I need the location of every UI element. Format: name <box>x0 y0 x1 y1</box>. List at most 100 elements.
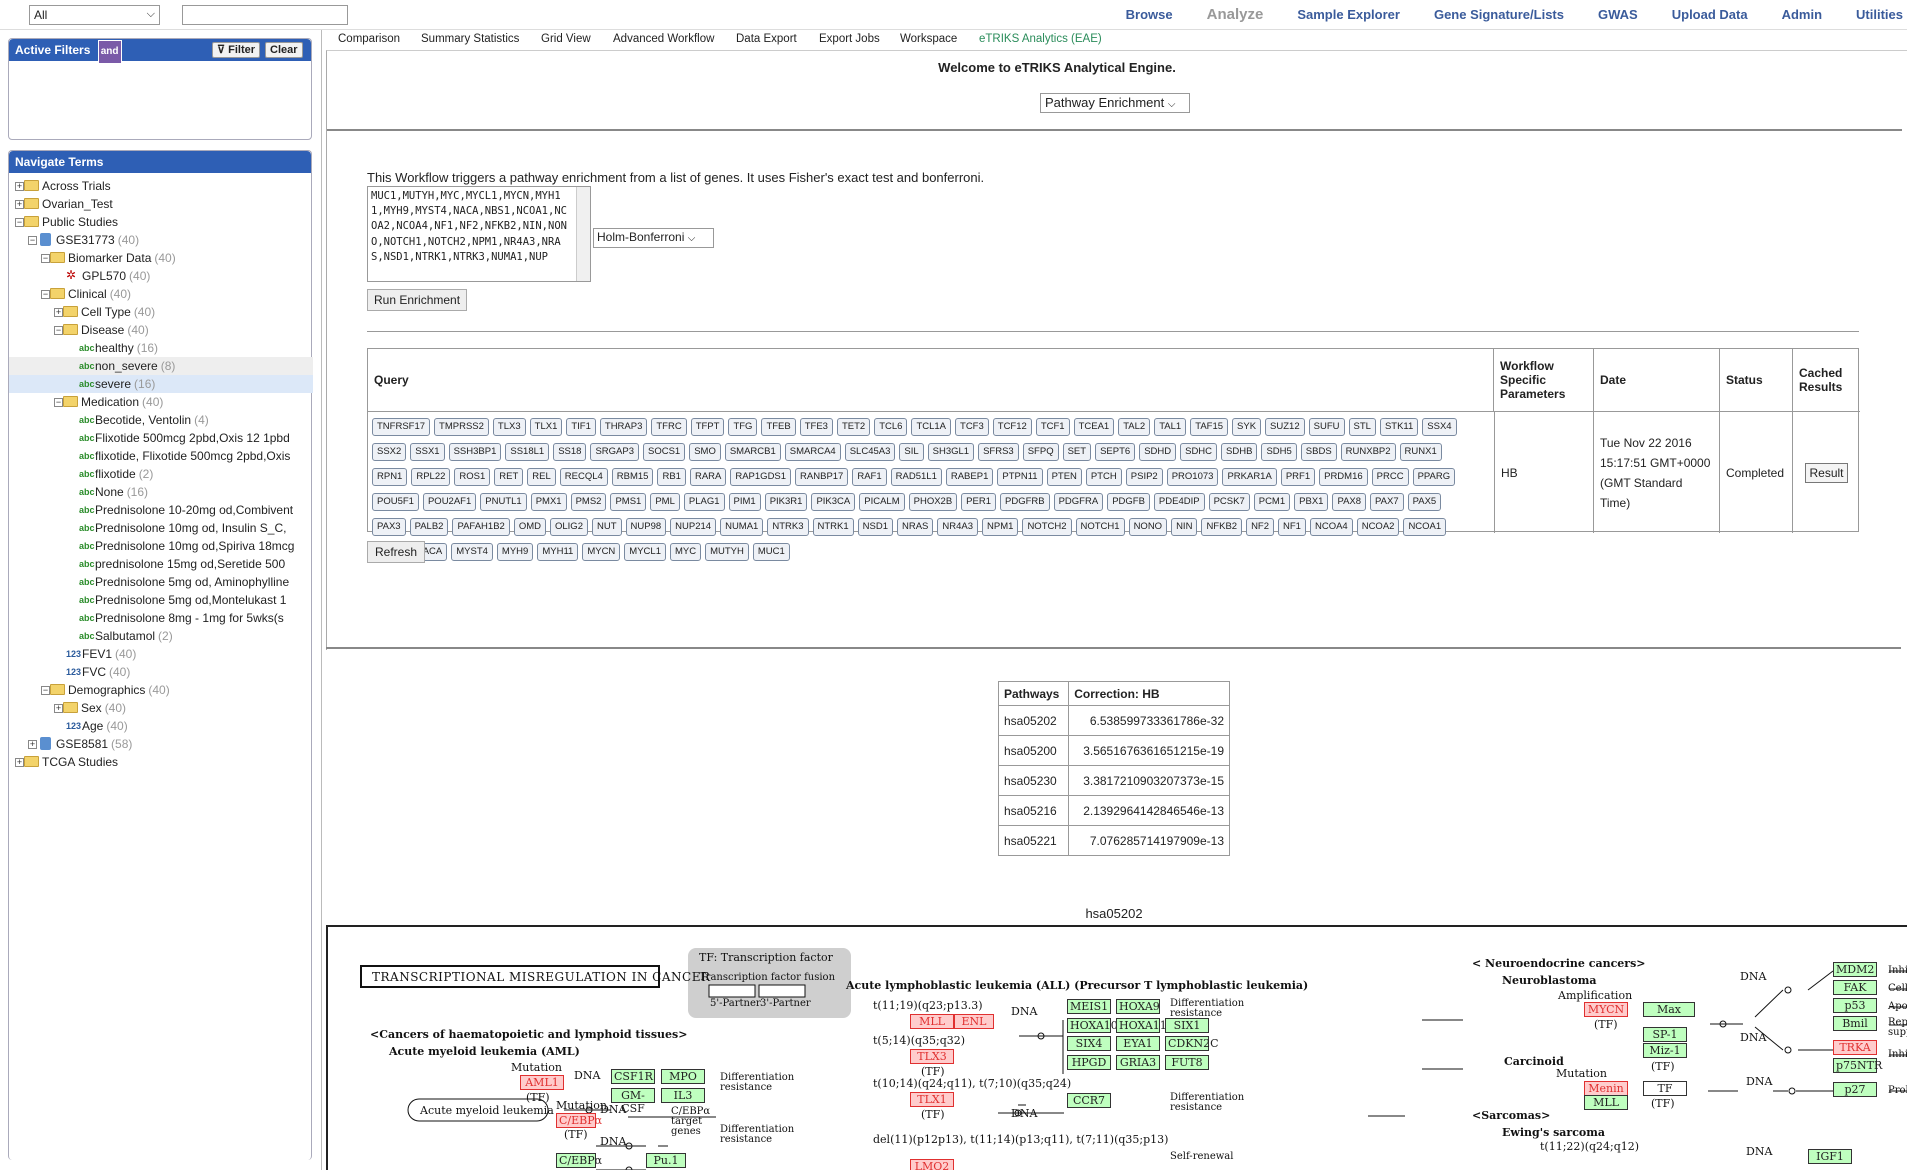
tab-grid-view[interactable]: Grid View <box>541 33 591 45</box>
workflow-select[interactable]: Pathway Enrichment ⌵ <box>1040 93 1190 113</box>
tree-node[interactable]: abc Prednisolone 5mg od,Montelukast 1 <box>9 591 313 609</box>
tree-node[interactable]: + Ovarian_Test <box>9 195 313 213</box>
gene-menin[interactable]: Menin <box>1584 1081 1628 1096</box>
tree-node[interactable]: abc Prednisolone 8mg - 1mg for 5wks(s <box>9 609 313 627</box>
nav-gwas[interactable]: GWAS <box>1598 0 1638 30</box>
gene-six4[interactable]: SIX4 <box>1067 1036 1111 1051</box>
expand-icon[interactable]: + <box>28 740 37 749</box>
tab-summary-statistics[interactable]: Summary Statistics <box>421 33 519 45</box>
gene-mpo[interactable]: MPO <box>661 1069 705 1084</box>
gene-tf-box[interactable]: TF <box>1643 1081 1687 1096</box>
nav-admin[interactable]: Admin <box>1782 0 1822 30</box>
gene-ccr7[interactable]: CCR7 <box>1067 1093 1111 1108</box>
tree-node[interactable]: 123 Age (40) <box>9 717 313 735</box>
tree-node[interactable]: abc Flixotide 500mcg 2pbd,Oxis 12 1pbd <box>9 429 313 447</box>
tree-node[interactable]: − Medication (40) <box>9 393 313 411</box>
gene-cebpa[interactable]: C/EBPα <box>556 1113 602 1128</box>
gene-gm-csf[interactable]: GM-CSF <box>611 1088 655 1115</box>
collapse-icon[interactable]: − <box>41 290 50 299</box>
gene-trka[interactable]: TRKA <box>1833 1040 1877 1055</box>
gene-mycn[interactable]: MYCN <box>1584 1002 1628 1017</box>
gene-sp1[interactable]: SP-1 <box>1643 1027 1687 1042</box>
gene-tlx1[interactable]: TLX1 <box>910 1092 954 1107</box>
tree-node[interactable]: + Across Trials <box>9 177 313 195</box>
gene-eya1[interactable]: EYA1 <box>1116 1036 1160 1051</box>
gene-mdm2[interactable]: MDM2 <box>1833 962 1877 977</box>
tree-node[interactable]: abc severe (16) <box>9 375 313 393</box>
gene-csf1r[interactable]: CSF1R <box>611 1069 655 1084</box>
collapse-icon[interactable]: − <box>54 398 63 407</box>
expand-icon[interactable]: + <box>54 704 63 713</box>
gene-meis1[interactable]: MEIS1 <box>1067 999 1111 1014</box>
gene-lmo2[interactable]: LMO2 <box>910 1159 954 1170</box>
gene-p27[interactable]: p27 <box>1833 1082 1877 1097</box>
tab-workspace[interactable]: Workspace <box>900 33 957 45</box>
gene-gria3[interactable]: GRIA3 <box>1116 1055 1160 1070</box>
nav-sample-explorer[interactable]: Sample Explorer <box>1297 0 1400 30</box>
expand-icon[interactable]: + <box>15 182 24 191</box>
gene-fak[interactable]: FAK <box>1833 980 1877 995</box>
filter-button[interactable]: ⊽ Filter <box>212 42 261 58</box>
tree-node[interactable]: + GSE8581 (58) <box>9 735 313 753</box>
gene-p53[interactable]: p53 <box>1833 998 1877 1013</box>
collapse-icon[interactable]: − <box>15 218 24 227</box>
tree-node[interactable]: abc Salbutamol (2) <box>9 627 313 645</box>
expand-icon[interactable]: + <box>15 758 24 767</box>
tab-data-export[interactable]: Data Export <box>736 33 797 45</box>
gene-hpgd[interactable]: HPGD <box>1067 1055 1111 1070</box>
nav-analyze[interactable]: Analyze <box>1207 0 1264 30</box>
tree-node[interactable]: − Disease (40) <box>9 321 313 339</box>
gene-mll[interactable]: MLL <box>910 1014 954 1029</box>
gene-hoxa11[interactable]: HOXA11 <box>1116 1018 1167 1033</box>
gene-cebpa-2[interactable]: C/EBPα <box>556 1153 602 1168</box>
tree-node[interactable]: 123 FEV1 (40) <box>9 645 313 663</box>
tree-node[interactable]: − Clinical (40) <box>9 285 313 303</box>
tree-node[interactable]: − GSE31773 (40) <box>9 231 313 249</box>
gene-miz1[interactable]: Miz-1 <box>1643 1043 1687 1058</box>
tree-node[interactable]: abc non_severe (8) <box>9 357 313 375</box>
tree-node[interactable]: abc prednisolone 15mg od,Seretide 500 <box>9 555 313 573</box>
expand-icon[interactable]: + <box>15 200 24 209</box>
tree-node[interactable]: − Public Studies <box>9 213 313 231</box>
collapse-icon[interactable]: − <box>28 236 37 245</box>
nav-browse[interactable]: Browse <box>1126 0 1173 30</box>
tree-node[interactable]: abc flixotide (2) <box>9 465 313 483</box>
tree-node[interactable]: abc flixotide, Flixotide 500mcg 2pbd,Oxis <box>9 447 313 465</box>
tree-node[interactable]: ✲ GPL570 (40) <box>9 267 313 285</box>
gene-aml1[interactable]: AML1 <box>520 1075 564 1090</box>
tree-node[interactable]: abc Prednisolone 10mg od, Insulin S_C, <box>9 519 313 537</box>
tree-node[interactable]: − Biomarker Data (40) <box>9 249 313 267</box>
gene-max[interactable]: Max <box>1643 1002 1695 1017</box>
collapse-icon[interactable]: − <box>41 686 50 695</box>
search-input[interactable] <box>182 5 348 25</box>
gene-pu1[interactable]: Pu.1 <box>646 1153 686 1168</box>
tree-node[interactable]: + Sex (40) <box>9 699 313 717</box>
gene-cdkn2c[interactable]: CDKN2C <box>1165 1036 1219 1051</box>
correction-select[interactable]: Holm-Bonferroni ⌵ <box>593 228 714 248</box>
gene-igf1[interactable]: IGF1 <box>1808 1149 1852 1164</box>
gene-bmil[interactable]: Bmil <box>1833 1016 1877 1031</box>
nav-upload-data[interactable]: Upload Data <box>1672 0 1748 30</box>
tree-node[interactable]: abc Prednisolone 5mg od, Aminophylline <box>9 573 313 591</box>
nav-gene-signature[interactable]: Gene Signature/Lists <box>1434 0 1564 30</box>
gene-hoxa10[interactable]: HOXA10 <box>1067 1018 1118 1033</box>
tab-export-jobs[interactable]: Export Jobs <box>819 33 880 45</box>
run-enrichment-button[interactable]: Run Enrichment <box>367 289 468 311</box>
and-or-toggle[interactable]: and <box>97 40 122 64</box>
tree-node[interactable]: abc Prednisolone 10mg od,Spiriva 18mcg <box>9 537 313 555</box>
gene-six1[interactable]: SIX1 <box>1165 1018 1209 1033</box>
gene-enl[interactable]: ENL <box>954 1014 994 1029</box>
nav-utilities[interactable]: Utilities <box>1856 0 1903 30</box>
study-select[interactable]: All ⌵ <box>29 5 160 25</box>
collapse-icon[interactable]: − <box>41 254 50 263</box>
gene-hoxa9[interactable]: HOXA9 <box>1116 999 1160 1014</box>
tree-node[interactable]: abc healthy (16) <box>9 339 313 357</box>
gene-list-textarea[interactable]: MUC1,MUTYH,MYC,MYCL1,MYCN,MYH11,MYH9,MYS… <box>367 186 591 282</box>
expand-icon[interactable]: + <box>54 308 63 317</box>
tree-node[interactable]: + TCGA Studies <box>9 753 313 771</box>
result-button[interactable]: Result <box>1805 462 1848 483</box>
tree-node[interactable]: abc Becotide, Ventolin (4) <box>9 411 313 429</box>
gene-fut8[interactable]: FUT8 <box>1165 1055 1209 1070</box>
tree-node[interactable]: + Cell Type (40) <box>9 303 313 321</box>
tab-advanced-workflow[interactable]: Advanced Workflow <box>613 33 714 45</box>
